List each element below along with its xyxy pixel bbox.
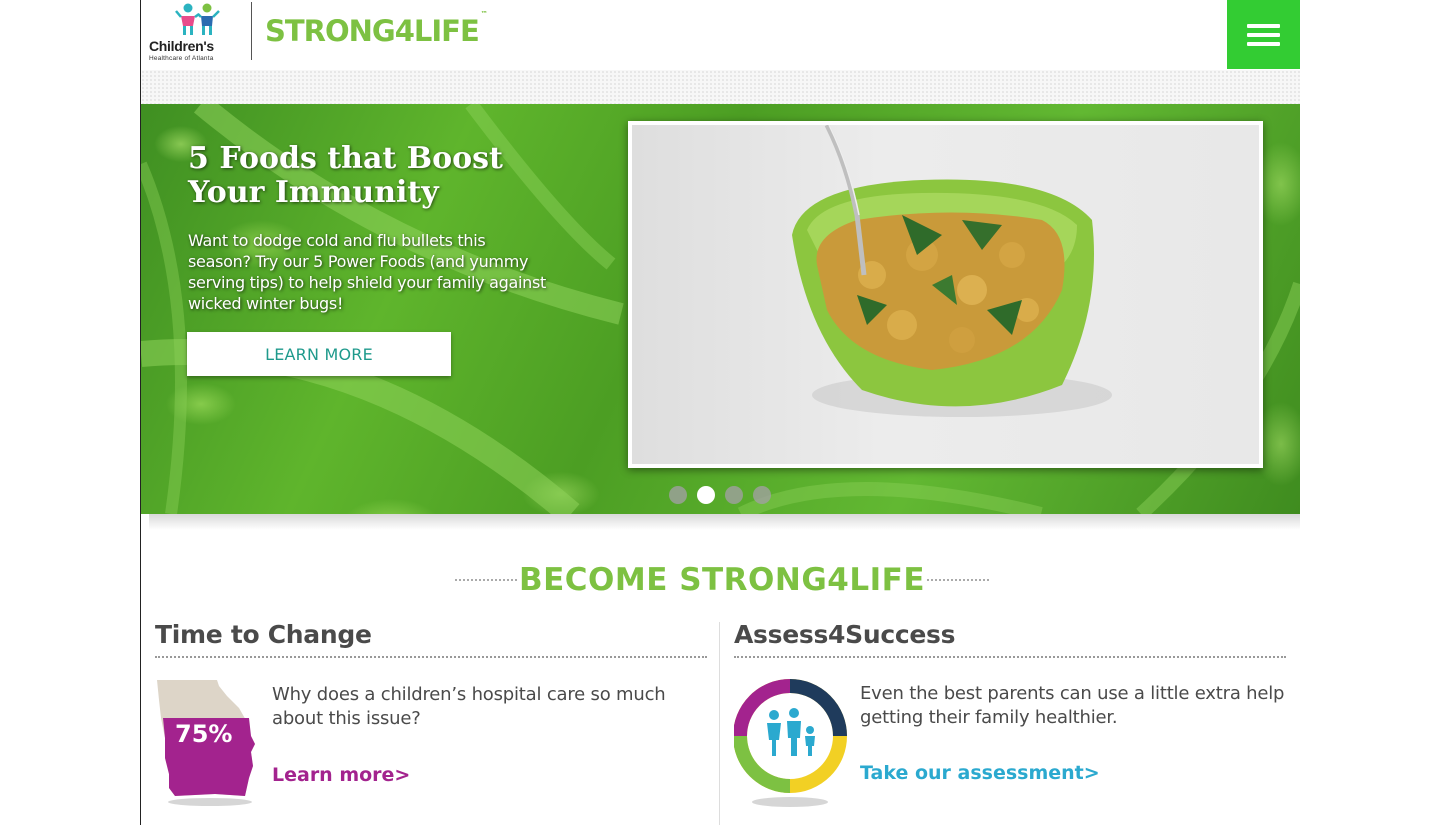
card-description: Even the best parents can use a little e…: [860, 683, 1285, 728]
card-title: Time to Change: [155, 620, 372, 649]
card-description: Why does a children’s hospital care so m…: [272, 684, 666, 729]
carousel-dot-3[interactable]: [725, 486, 743, 504]
learn-more-link[interactable]: Learn more>: [272, 764, 410, 786]
become-strong4life-heading: BECOME STRONG4LIFE: [455, 560, 989, 600]
hero-carousel: 5 Foods that Boost Your Immunity Want to…: [141, 104, 1300, 514]
photo-frame: [632, 125, 1259, 464]
column-divider: [719, 622, 720, 825]
choa-logo-subtitle: Healthcare of Atlanta: [149, 55, 214, 62]
choa-logo-name: Children's: [149, 38, 214, 54]
georgia-map-icon: 75%: [155, 678, 261, 806]
carousel-dot-4[interactable]: [753, 486, 771, 504]
heading-rule-right: [927, 579, 989, 581]
learn-more-button[interactable]: LEARN MORE: [187, 332, 451, 376]
strong4life-logo[interactable]: STRONG4LIFE ™: [265, 10, 488, 48]
mac-and-cheese-bowl-image: [792, 125, 1112, 417]
strong4life-logo-text: STRONG4LIFE: [265, 14, 480, 48]
hero-title: 5 Foods that Boost Your Immunity: [188, 141, 503, 210]
georgia-percentage: 75%: [175, 720, 233, 748]
header-pattern-strip: [141, 70, 1300, 104]
hamburger-menu-button[interactable]: [1227, 0, 1300, 69]
hero-food-photo[interactable]: [628, 121, 1263, 468]
hamburger-line: [1247, 32, 1280, 37]
carousel-dots: [669, 486, 771, 504]
hamburger-line: [1247, 41, 1280, 46]
heading-rule-left: [455, 579, 517, 581]
children-figures-icon: [175, 3, 220, 35]
take-assessment-link[interactable]: Take our assessment>: [860, 762, 1100, 784]
assess4success-card: Assess4Success Even the best parents can…: [733, 620, 1286, 807]
card-rule: [155, 656, 707, 658]
carousel-dot-1[interactable]: [669, 486, 687, 504]
site-header: Children's Healthcare of Atlanta STRONG4…: [141, 0, 1300, 70]
hero-description: Want to dodge cold and flu bullets this …: [188, 231, 546, 313]
time-to-change-card: Time to Change 75% Why does a children’s…: [155, 620, 707, 806]
logo-divider: [251, 2, 252, 60]
card-rule: [734, 656, 1286, 658]
trademark-mark: ™: [480, 10, 488, 19]
hero-shadow: [149, 514, 1300, 530]
family-ring-icon: [733, 678, 850, 808]
section-title: BECOME STRONG4LIFE: [518, 562, 926, 598]
choa-logo[interactable]: Children's Healthcare of Atlanta: [147, 2, 239, 62]
hamburger-menu-icon: [1247, 23, 1280, 28]
site-container: Children's Healthcare of Atlanta STRONG4…: [141, 0, 1300, 825]
carousel-dot-2-active[interactable]: [697, 486, 715, 504]
card-title: Assess4Success: [734, 620, 956, 649]
